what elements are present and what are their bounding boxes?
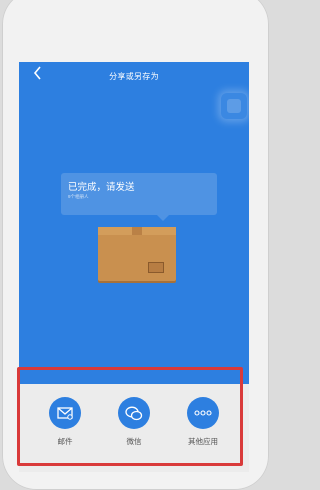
wechat-icon-circle xyxy=(118,397,150,429)
box-label xyxy=(148,262,164,273)
share-other-apps-label: 其他应用 xyxy=(188,437,218,446)
status-title: 已完成，请发送 xyxy=(68,182,135,193)
more-icon-circle xyxy=(187,397,219,429)
mail-icon-circle xyxy=(49,397,81,429)
share-screen: 分享或另存为 已完成，请发送 9个相册人 邮件 微信 其他应用 xyxy=(19,62,249,472)
share-mail-label: 邮件 xyxy=(57,437,73,446)
mail-icon xyxy=(57,406,73,420)
floating-assist-button[interactable] xyxy=(221,93,247,119)
page-title: 分享或另存为 xyxy=(109,71,159,81)
back-button[interactable] xyxy=(29,66,47,86)
assistive-touch-icon xyxy=(227,99,241,113)
status-bubble: 已完成，请发送 9个相册人 xyxy=(61,173,217,221)
chevron-left-icon xyxy=(33,66,41,80)
box-tape xyxy=(132,227,142,235)
share-mail-button[interactable]: 邮件 xyxy=(37,397,93,457)
wechat-icon xyxy=(125,406,143,420)
share-wechat-label: 微信 xyxy=(126,437,142,446)
share-panel: 邮件 微信 其他应用 xyxy=(19,384,249,472)
share-wechat-button[interactable]: 微信 xyxy=(106,397,162,457)
share-other-apps-button[interactable]: 其他应用 xyxy=(175,397,231,457)
status-subtitle: 9个相册人 xyxy=(68,194,89,199)
nav-bar: 分享或另存为 xyxy=(19,62,249,90)
package-box-illustration xyxy=(98,227,176,281)
more-dots-icon xyxy=(194,410,212,416)
